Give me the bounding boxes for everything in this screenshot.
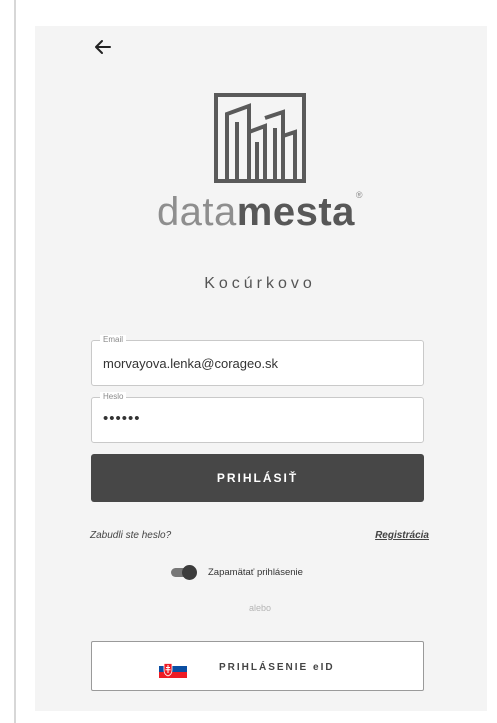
brand-word-thin: data xyxy=(156,190,237,234)
eid-button-label: PRIHLÁSENIE eID xyxy=(219,662,335,673)
forgot-password-link[interactable]: Zabudli ste heslo? xyxy=(90,530,171,541)
eid-login-button[interactable]: PRIHLÁSENIE eID xyxy=(91,641,424,691)
city-name: Kocúrkovo xyxy=(204,275,316,292)
remember-label: Zapamätať prihlásenie xyxy=(208,567,303,578)
datamesta-building-logo-icon xyxy=(214,93,306,183)
email-label: Email xyxy=(100,335,127,345)
registered-mark: ® xyxy=(355,190,364,200)
password-field[interactable]: Heslo •••••• xyxy=(91,392,424,443)
remember-toggle[interactable] xyxy=(171,565,197,580)
login-button[interactable]: PRIHLÁSIŤ xyxy=(91,454,424,502)
toggle-knob xyxy=(182,565,197,580)
slovak-flag-icon xyxy=(159,660,187,678)
registration-link[interactable]: Registrácia xyxy=(375,530,429,541)
or-separator: alebo xyxy=(248,603,272,613)
arrow-left-icon[interactable] xyxy=(92,36,114,58)
brand-word-bold: mesta xyxy=(236,190,355,234)
email-input[interactable] xyxy=(103,356,403,371)
password-label: Heslo xyxy=(100,392,127,402)
password-input[interactable]: •••••• xyxy=(103,410,403,427)
brand-wordmark: datamesta® xyxy=(150,190,370,235)
left-divider xyxy=(14,0,16,723)
email-field[interactable]: Email xyxy=(91,335,424,386)
